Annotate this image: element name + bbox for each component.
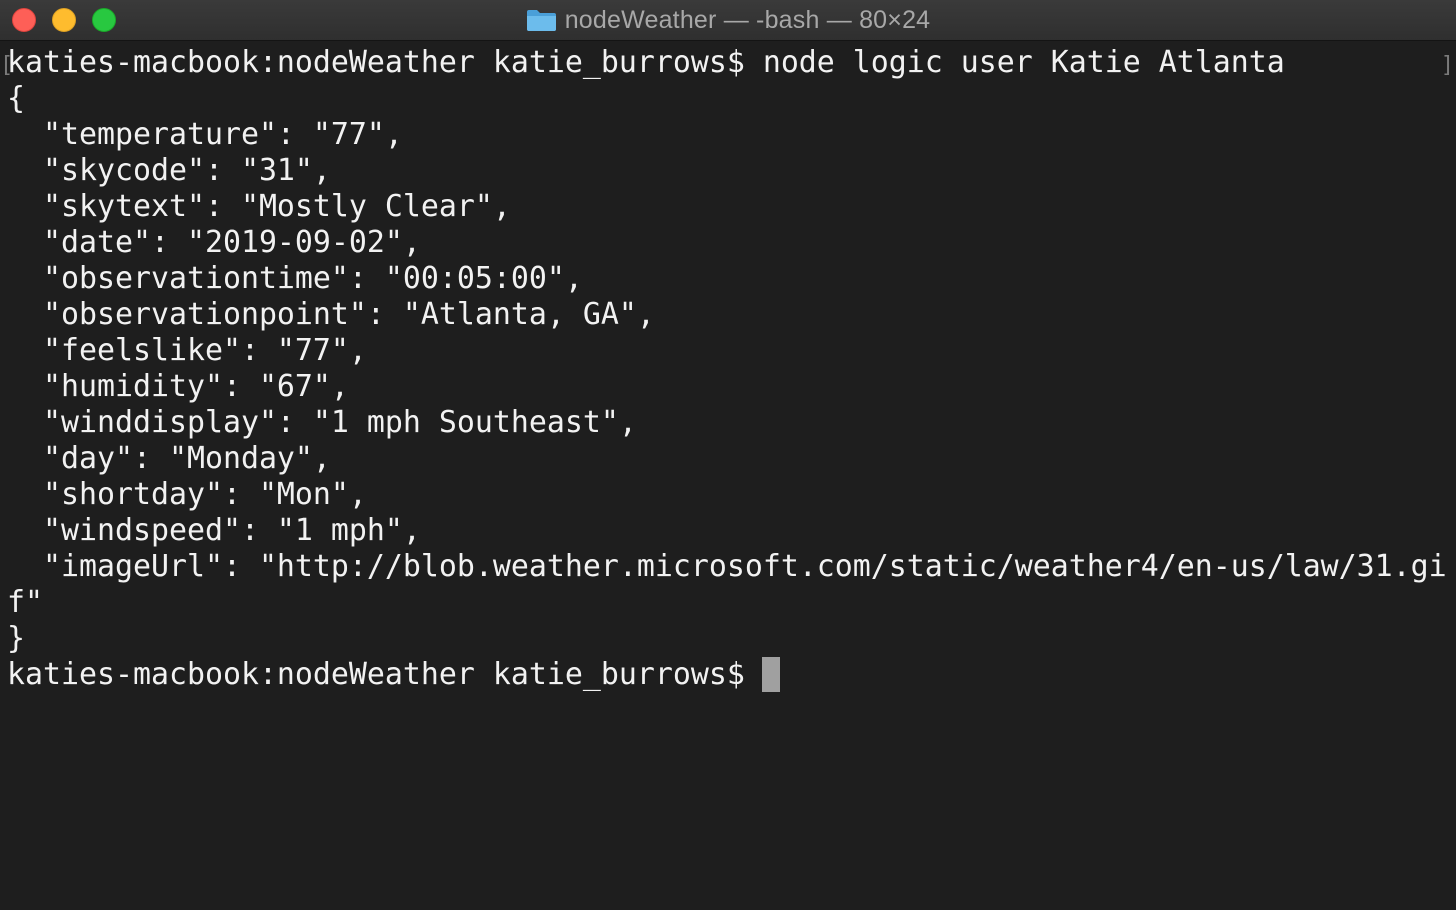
zoom-button[interactable] [92,8,116,32]
terminal-window: nodeWeather — -bash — 80×24 [ ] katies-m… [0,0,1456,910]
close-button[interactable] [12,8,36,32]
window-title: nodeWeather — -bash — 80×24 [564,6,931,34]
output-line: "day": "Monday", [7,441,331,476]
block-cursor [762,657,780,692]
output-line: "skytext": "Mostly Clear", [7,189,511,224]
folder-icon [526,10,556,31]
command-line: katies-macbook:nodeWeather katie_burrows… [7,45,1285,80]
output-line: "date": "2019-09-02", [7,225,421,260]
line-mark-right: ] [1440,53,1454,78]
minimize-button[interactable] [52,8,76,32]
output-line: "windspeed": "1 mph", [7,513,421,548]
window-title-group: nodeWeather — -bash — 80×24 [526,6,931,35]
output-line: "shortday": "Mon", [7,477,367,512]
output-line: "temperature": "77", [7,117,403,152]
prompt-line[interactable]: katies-macbook:nodeWeather katie_burrows… [7,657,763,693]
terminal-output[interactable]: [ ] katies-macbook:nodeWeather katie_bur… [0,45,1456,910]
output-line: } [7,621,25,656]
output-line: "humidity": "67", [7,369,349,404]
output-line: { [7,81,25,116]
output-line: "observationpoint": "Atlanta, GA", [7,297,655,332]
output-line: "skycode": "31", [7,153,331,188]
output-line: "winddisplay": "1 mph Southeast", [7,405,637,440]
output-line: f" [7,585,43,620]
output-line: "feelslike": "77", [7,333,367,368]
output-line: "observationtime": "00:05:00", [7,261,583,296]
title-bar[interactable]: nodeWeather — -bash — 80×24 [0,0,1456,41]
output-line: "imageUrl": "http://blob.weather.microso… [7,549,1447,584]
